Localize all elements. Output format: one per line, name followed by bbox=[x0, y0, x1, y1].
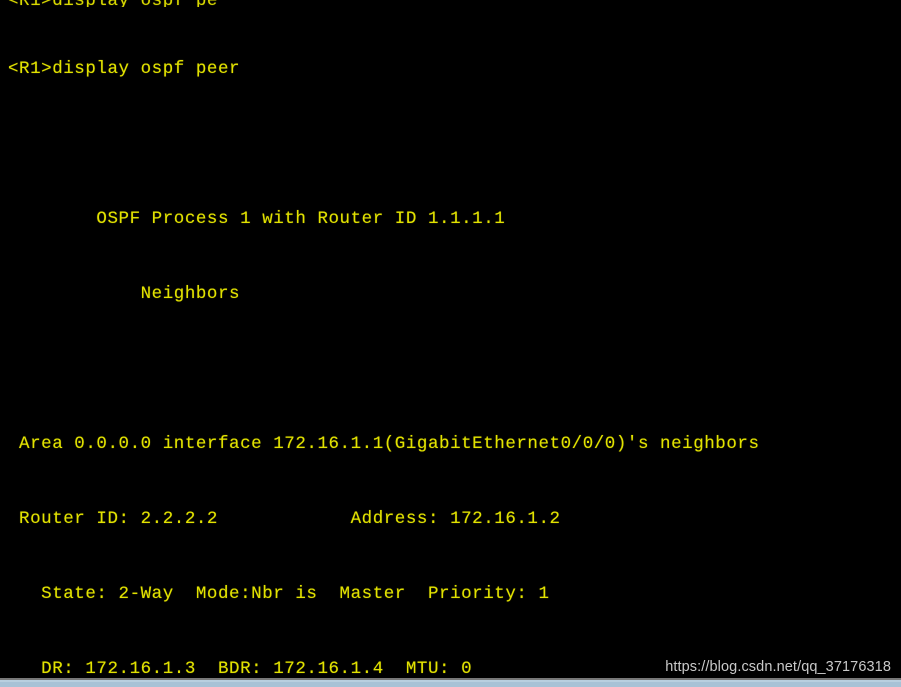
terminal-output[interactable]: <R1>display ospf peer OSPF Process 1 wit… bbox=[8, 7, 760, 687]
terminal-line: Area 0.0.0.0 interface 172.16.1.1(Gigabi… bbox=[8, 434, 760, 454]
clipped-scrollback-line: <R1>display ospf pe bbox=[0, 0, 901, 7]
terminal-window[interactable]: <R1>display ospf pe <R1>display ospf pee… bbox=[0, 0, 901, 687]
clipped-scrollback-line-text: <R1>display ospf pe bbox=[8, 0, 218, 7]
terminal-line: Neighbors bbox=[8, 284, 241, 304]
terminal-line: <R1>display ospf peer bbox=[8, 59, 241, 79]
terminal-line: State: 2-Way Mode:Nbr is Master Priority… bbox=[8, 584, 550, 604]
terminal-line: Router ID: 2.2.2.2 Address: 172.16.1.2 bbox=[8, 509, 561, 529]
bottom-status-strip-highlight bbox=[0, 680, 901, 682]
watermark-url: https://blog.csdn.net/qq_37176318 bbox=[665, 659, 891, 675]
terminal-line: OSPF Process 1 with Router ID 1.1.1.1 bbox=[8, 209, 506, 229]
